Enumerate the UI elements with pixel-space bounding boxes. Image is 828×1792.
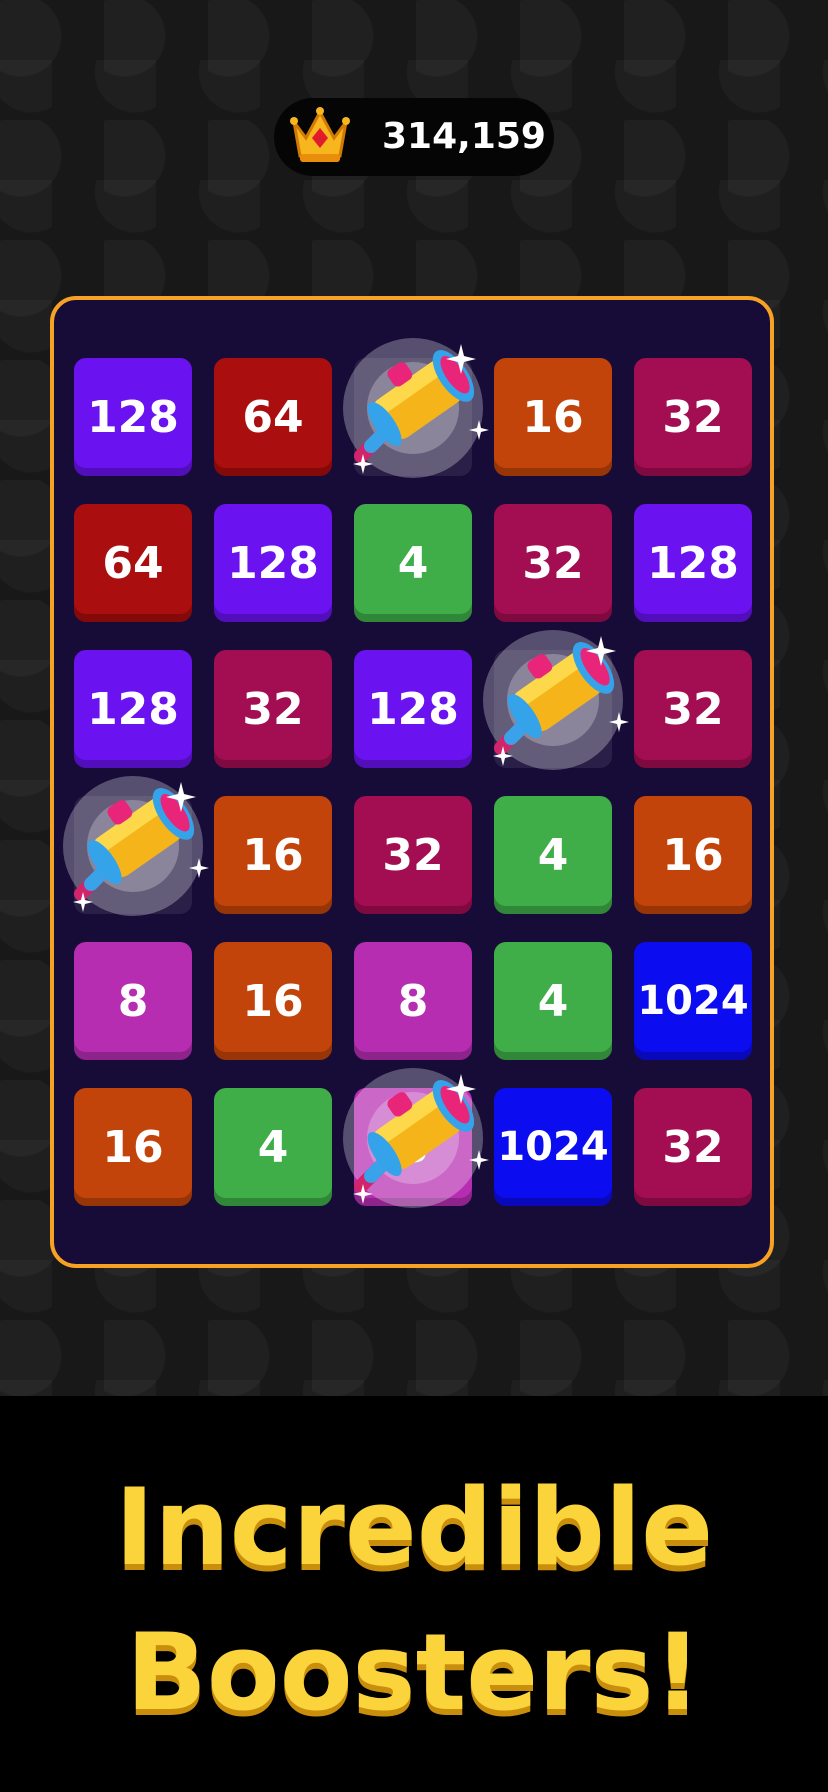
tile-r2-c5[interactable]: 128 — [634, 504, 752, 622]
tile-r4-c2[interactable]: 16 — [214, 796, 332, 914]
tile-r4-c4[interactable]: 4 — [494, 796, 612, 914]
tile-r2-c3[interactable]: 4 — [354, 504, 472, 622]
tile-r1-c4[interactable]: 16 — [494, 358, 612, 476]
score-display: 314,159 — [274, 98, 554, 176]
tile-r5-c5[interactable]: 1024 — [634, 942, 752, 1060]
crown-icon — [290, 107, 350, 162]
tile-r3-c2[interactable]: 32 — [214, 650, 332, 768]
caption-line-1: Incredible — [114, 1466, 714, 1589]
tile-r6-c1[interactable]: 16 — [74, 1088, 192, 1206]
tile-r6-c4[interactable]: 1024 — [494, 1088, 612, 1206]
game-board[interactable]: 128 64 16 32 64 128 4 32 128 128 32 128 32 16 32 4 16 8 16… — [50, 296, 774, 1268]
hammer-booster-icon[interactable] — [333, 328, 493, 488]
tile-r4-c3[interactable]: 32 — [354, 796, 472, 914]
tile-r1-c1[interactable]: 128 — [74, 358, 192, 476]
tile-r1-c5[interactable]: 32 — [634, 358, 752, 476]
game-area: 314,159 128 64 16 32 64 128 4 32 128 128 32 128 32 16… — [0, 0, 828, 1396]
tile-r6-c2[interactable]: 4 — [214, 1088, 332, 1206]
tile-r6-c5[interactable]: 32 — [634, 1088, 752, 1206]
tile-r5-c1[interactable]: 8 — [74, 942, 192, 1060]
tile-r2-c2[interactable]: 128 — [214, 504, 332, 622]
tile-r5-c3[interactable]: 8 — [354, 942, 472, 1060]
tile-r2-c1[interactable]: 64 — [74, 504, 192, 622]
tile-r3-c5[interactable]: 32 — [634, 650, 752, 768]
tile-r3-c3[interactable]: 128 — [354, 650, 472, 768]
tile-r2-c4[interactable]: 32 — [494, 504, 612, 622]
tile-r4-c5[interactable]: 16 — [634, 796, 752, 914]
tile-r5-c2[interactable]: 16 — [214, 942, 332, 1060]
hammer-booster-icon[interactable] — [333, 1058, 493, 1218]
tile-r1-c2[interactable]: 64 — [214, 358, 332, 476]
tile-r5-c4[interactable]: 4 — [494, 942, 612, 1060]
caption-line-2: Boosters! — [126, 1611, 702, 1734]
tile-r3-c1[interactable]: 128 — [74, 650, 192, 768]
hammer-booster-icon[interactable] — [473, 620, 633, 780]
score-value: 314,159 — [382, 116, 546, 157]
hammer-booster-icon[interactable] — [53, 766, 213, 926]
promo-caption: Incredible Boosters! — [0, 1396, 828, 1792]
